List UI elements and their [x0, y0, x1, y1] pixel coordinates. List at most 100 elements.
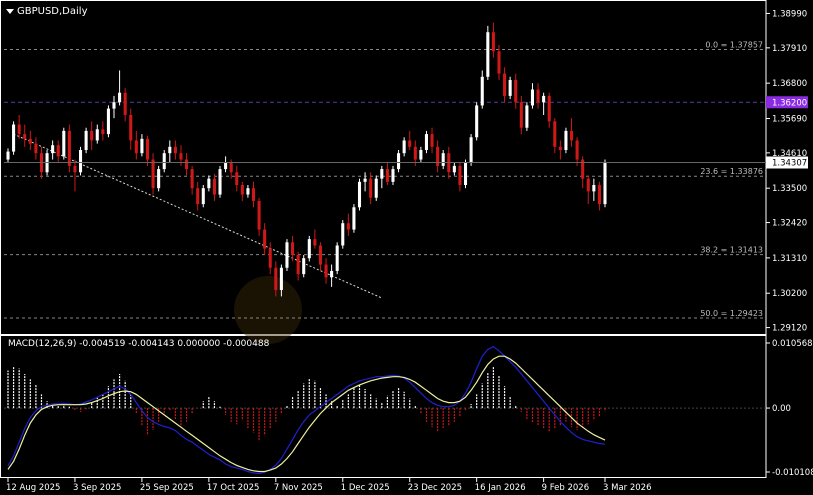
- candle-body[interactable]: [380, 169, 384, 179]
- candle-body[interactable]: [458, 165, 462, 186]
- candle-body[interactable]: [73, 165, 77, 173]
- candle-body[interactable]: [78, 149, 83, 173]
- candle-body[interactable]: [324, 264, 328, 278]
- candle-body[interactable]: [257, 200, 261, 230]
- candle-body[interactable]: [274, 267, 278, 291]
- candle-body[interactable]: [564, 130, 568, 150]
- candle-body[interactable]: [56, 145, 60, 157]
- candle-body[interactable]: [480, 76, 484, 106]
- candle-body[interactable]: [430, 134, 434, 147]
- candle-body[interactable]: [575, 140, 579, 160]
- candle-body[interactable]: [51, 145, 55, 154]
- candle-body[interactable]: [553, 121, 557, 147]
- candle-body[interactable]: [469, 137, 473, 163]
- candle-body[interactable]: [173, 146, 177, 154]
- candle-body[interactable]: [374, 178, 378, 198]
- candle-body[interactable]: [162, 153, 166, 170]
- candle-body[interactable]: [307, 239, 311, 259]
- candle-body[interactable]: [408, 140, 412, 147]
- candle-body[interactable]: [224, 162, 228, 170]
- candle-body[interactable]: [592, 185, 596, 192]
- candle-body[interactable]: [212, 178, 216, 195]
- candle-body[interactable]: [519, 102, 523, 128]
- candle-body[interactable]: [62, 130, 66, 157]
- candle-body[interactable]: [452, 165, 456, 173]
- candle-body[interactable]: [129, 114, 133, 141]
- candle-body[interactable]: [123, 92, 127, 115]
- candle-body[interactable]: [101, 129, 105, 135]
- candle-body[interactable]: [341, 223, 345, 246]
- candle-body[interactable]: [190, 169, 194, 189]
- candle-body[interactable]: [569, 130, 574, 141]
- candle-body[interactable]: [514, 79, 518, 103]
- candle-body[interactable]: [67, 130, 71, 166]
- candle-body[interactable]: [497, 51, 501, 74]
- candle-body[interactable]: [391, 169, 395, 182]
- candle-body[interactable]: [229, 162, 233, 173]
- candle-body[interactable]: [140, 138, 144, 154]
- candle-body[interactable]: [95, 129, 99, 141]
- candle-body[interactable]: [17, 124, 21, 135]
- candle-body[interactable]: [419, 149, 423, 160]
- candle-body[interactable]: [597, 185, 601, 205]
- candle-body[interactable]: [369, 178, 373, 198]
- dropdown-triangle-icon[interactable]: [6, 9, 14, 14]
- candle-body[interactable]: [352, 207, 356, 230]
- candle-body[interactable]: [246, 188, 250, 195]
- candle-body[interactable]: [218, 169, 222, 195]
- candle-body[interactable]: [112, 102, 116, 109]
- chart-window[interactable]: 0.0 = 1.37857 23.6 = 1.33876 38.2 = 1.3141…: [0, 0, 813, 495]
- candle-body[interactable]: [251, 188, 256, 201]
- price-chart[interactable]: 0.0 = 1.37857 23.6 = 1.33876 38.2 = 1.3141…: [0, 0, 813, 495]
- candle-body[interactable]: [385, 169, 389, 182]
- candle-body[interactable]: [23, 134, 27, 139]
- candle-body[interactable]: [168, 146, 172, 154]
- candle-body[interactable]: [285, 242, 289, 268]
- candle-body[interactable]: [603, 162, 607, 205]
- candle-body[interactable]: [330, 270, 334, 278]
- candle-body[interactable]: [151, 159, 155, 189]
- candle-body[interactable]: [486, 32, 490, 77]
- candle-body[interactable]: [6, 151, 10, 160]
- candle-body[interactable]: [157, 169, 161, 189]
- candle-body[interactable]: [586, 178, 590, 192]
- candle-body[interactable]: [279, 267, 283, 291]
- candle-body[interactable]: [118, 92, 122, 103]
- candle-body[interactable]: [134, 140, 138, 154]
- candle-body[interactable]: [296, 255, 300, 275]
- candle-body[interactable]: [235, 172, 239, 186]
- candle-body[interactable]: [240, 185, 244, 195]
- candle-body[interactable]: [491, 32, 495, 52]
- candle-body[interactable]: [536, 89, 540, 103]
- candle-body[interactable]: [424, 134, 428, 150]
- candle-body[interactable]: [268, 248, 272, 268]
- candle-body[interactable]: [145, 138, 150, 160]
- candle-body[interactable]: [302, 258, 306, 275]
- candle-body[interactable]: [106, 108, 110, 135]
- candle-body[interactable]: [475, 105, 479, 138]
- candle-body[interactable]: [436, 146, 440, 166]
- candle-body[interactable]: [558, 146, 562, 150]
- candle-body[interactable]: [463, 162, 468, 186]
- candle-body[interactable]: [503, 73, 507, 96]
- candle-body[interactable]: [363, 178, 367, 182]
- candle-body[interactable]: [196, 188, 200, 205]
- candle-body[interactable]: [12, 124, 16, 152]
- candle-body[interactable]: [542, 95, 546, 103]
- candle-body[interactable]: [313, 239, 317, 246]
- candle-body[interactable]: [508, 79, 512, 96]
- candle-body[interactable]: [291, 242, 295, 256]
- candle-body[interactable]: [207, 178, 211, 189]
- candle-body[interactable]: [441, 153, 445, 166]
- candle-body[interactable]: [397, 153, 401, 170]
- candle-body[interactable]: [525, 105, 529, 128]
- candle-body[interactable]: [357, 181, 362, 208]
- candle-body[interactable]: [84, 130, 88, 150]
- candle-body[interactable]: [201, 188, 205, 205]
- candle-body[interactable]: [402, 140, 406, 154]
- candle-body[interactable]: [318, 245, 322, 265]
- candle-body[interactable]: [28, 138, 32, 144]
- candle-body[interactable]: [90, 130, 94, 141]
- candle-body[interactable]: [547, 95, 551, 122]
- candle-body[interactable]: [335, 245, 339, 271]
